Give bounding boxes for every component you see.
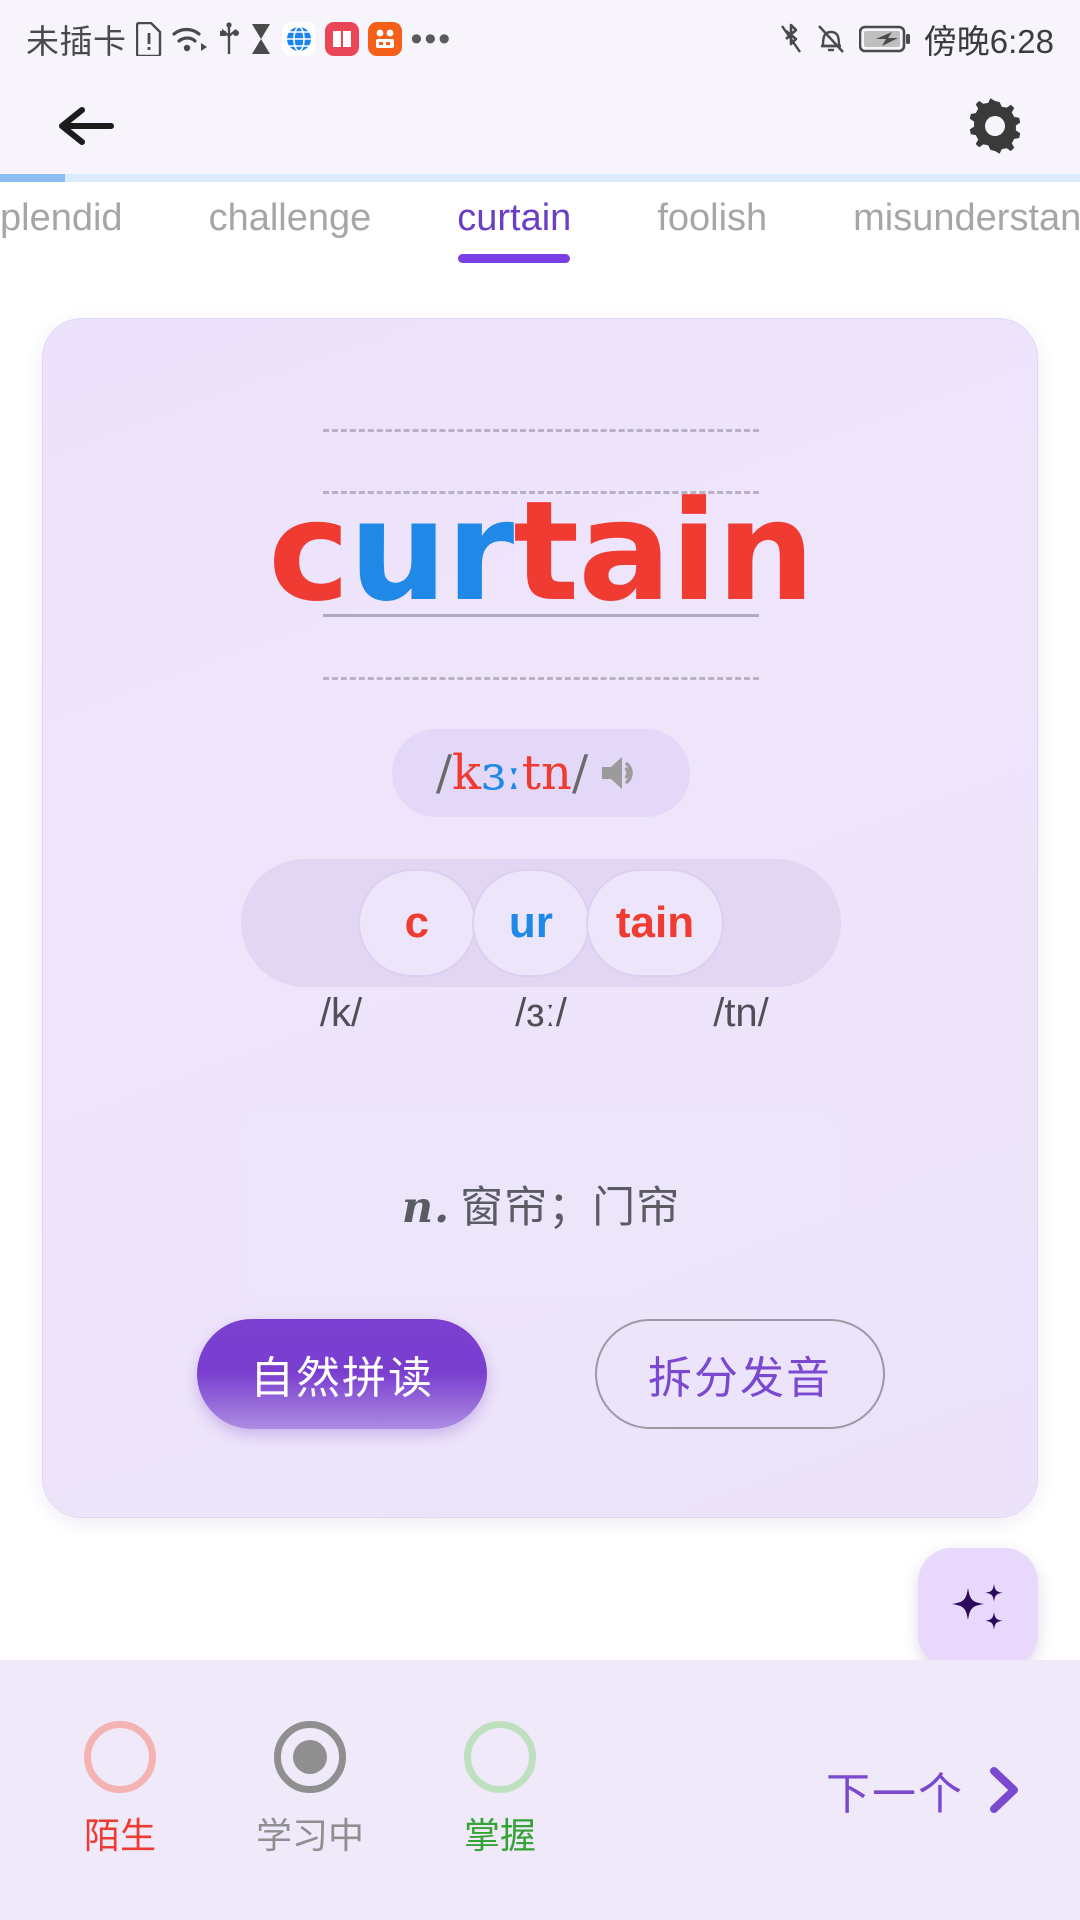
status-bar-right: 傍晚6:28: [779, 15, 1054, 63]
phonetic-slash-close: /: [571, 745, 589, 801]
status-label: 掌握: [463, 1815, 536, 1856]
definition-meaning: 窗帘；门帘: [460, 1184, 681, 1232]
lesson-progress-fill: [0, 174, 65, 182]
word-tabs[interactable]: splendid challenge curtain foolish misun…: [0, 182, 1080, 294]
tab-label: challenge: [208, 197, 372, 239]
word-part-ai: ai: [578, 471, 717, 632]
tab-label: misunderstand: [853, 197, 1080, 239]
card-action-row: 自然拼读 拆分发音: [43, 1319, 1039, 1429]
overflow-dots-icon: •••: [410, 20, 453, 58]
orange-app-icon: [367, 22, 402, 56]
bottom-bar: 陌生 学习中 掌握 下一个: [0, 1660, 1080, 1920]
hourglass-icon: [249, 22, 273, 56]
tab-label: foolish: [657, 197, 768, 239]
word-card: curtain /kɜːtn/ c ur tain /k/ /ɜː/ /tn/ …: [42, 318, 1038, 1518]
status-unfamiliar[interactable]: 陌生: [56, 1721, 184, 1859]
status-label: 学习中: [255, 1815, 364, 1856]
tab-splendid[interactable]: splendid: [0, 182, 166, 294]
tab-underline: [458, 254, 571, 263]
status-bar-left: 未插卡 •••: [26, 15, 452, 63]
syllable-chip-ur[interactable]: ur: [471, 869, 590, 977]
syllable-phonetic-ur: /ɜː/: [515, 991, 567, 1035]
guide-line-bottom: [323, 677, 759, 680]
phonetic-row: /kɜːtn/: [43, 729, 1039, 817]
phonetic-text: /kɜːtn/: [436, 745, 588, 801]
sparkles-icon: [942, 1572, 1014, 1644]
tab-label: splendid: [0, 197, 123, 239]
lesson-progress-bar: [0, 174, 1080, 182]
phonetic-seg-tn: tn: [521, 745, 572, 801]
part-of-speech: n.: [401, 1183, 451, 1233]
word-part-ur: ur: [348, 471, 514, 632]
syllable-phonetic-tain: /tn/: [713, 991, 769, 1035]
syllable-chip-c[interactable]: c: [357, 869, 476, 977]
status-label: 陌生: [83, 1815, 156, 1856]
back-arrow-icon[interactable]: [56, 102, 116, 150]
guide-line-top: [323, 429, 759, 432]
word-display-zone: curtain: [43, 429, 1039, 680]
status-mastered[interactable]: 掌握: [436, 1721, 564, 1859]
chevron-right-icon: [986, 1765, 1022, 1815]
selected-dot: [293, 1740, 327, 1774]
syllable-phonetics: /k/ /ɜː/ /tn/: [241, 991, 841, 1036]
definition-text: n. 窗帘；门帘: [402, 1173, 680, 1235]
split-pronunciation-button[interactable]: 拆分发音: [595, 1319, 885, 1429]
app-bar: [0, 78, 1080, 174]
syllable-phonetic-c: /k/: [319, 991, 363, 1035]
status-learning[interactable]: 学习中: [246, 1721, 374, 1859]
usb-icon: [218, 22, 240, 56]
definition-block: n. 窗帘；门帘: [241, 1109, 841, 1299]
gear-icon[interactable]: [966, 97, 1024, 155]
book-app-icon: [324, 22, 359, 56]
next-word-label: 下一个: [826, 1770, 964, 1819]
ai-assistant-button[interactable]: [918, 1548, 1038, 1668]
tab-foolish[interactable]: foolish: [614, 182, 810, 294]
phonetic-slash-open: /: [435, 745, 453, 801]
notifications-muted-icon: [816, 22, 846, 56]
circle-outline-icon: [84, 1721, 156, 1793]
tab-misunderstand[interactable]: misunderstand: [810, 182, 1080, 294]
word-part-t: t: [513, 471, 579, 632]
word-status-group: 陌生 学习中 掌握: [0, 1721, 564, 1859]
syllable-chips: c ur tain: [357, 869, 725, 977]
bluetooth-icon: [779, 21, 803, 57]
word-headline[interactable]: curtain: [43, 477, 1039, 627]
battery-charging-icon: [858, 24, 911, 54]
syllable-group: c ur tain: [241, 859, 841, 987]
tab-curtain[interactable]: curtain: [414, 182, 614, 294]
globe-app-icon: [281, 22, 316, 56]
carrier-label: 未插卡: [26, 23, 127, 60]
phonetic-pill[interactable]: /kɜːtn/: [391, 729, 691, 817]
sim-alert-icon: [135, 22, 162, 56]
word-tabs-strip[interactable]: splendid challenge curtain foolish misun…: [0, 182, 1080, 294]
phonetic-seg-k: k: [452, 745, 482, 801]
app-screen: 未插卡 ••• 傍晚6:28 plendid challenge curtain…: [0, 0, 1080, 1920]
syllable-chip-tain[interactable]: tain: [585, 869, 725, 977]
next-word-button[interactable]: 下一个: [826, 1758, 1022, 1822]
tab-label: curtain: [457, 197, 572, 239]
clock-label: 傍晚6:28: [923, 23, 1054, 60]
wifi-icon: [171, 23, 209, 55]
status-bar: 未插卡 ••• 傍晚6:28: [0, 0, 1080, 78]
circle-outline-icon: [464, 1721, 536, 1793]
tab-challenge[interactable]: challenge: [166, 182, 415, 294]
word-part-c: c: [268, 471, 350, 632]
phonetic-seg-er: ɜː: [481, 745, 522, 801]
circle-filled-icon: [274, 1721, 346, 1793]
speaker-icon[interactable]: [598, 751, 646, 795]
word-part-n: n: [716, 471, 815, 632]
phonics-button[interactable]: 自然拼读: [197, 1319, 487, 1429]
